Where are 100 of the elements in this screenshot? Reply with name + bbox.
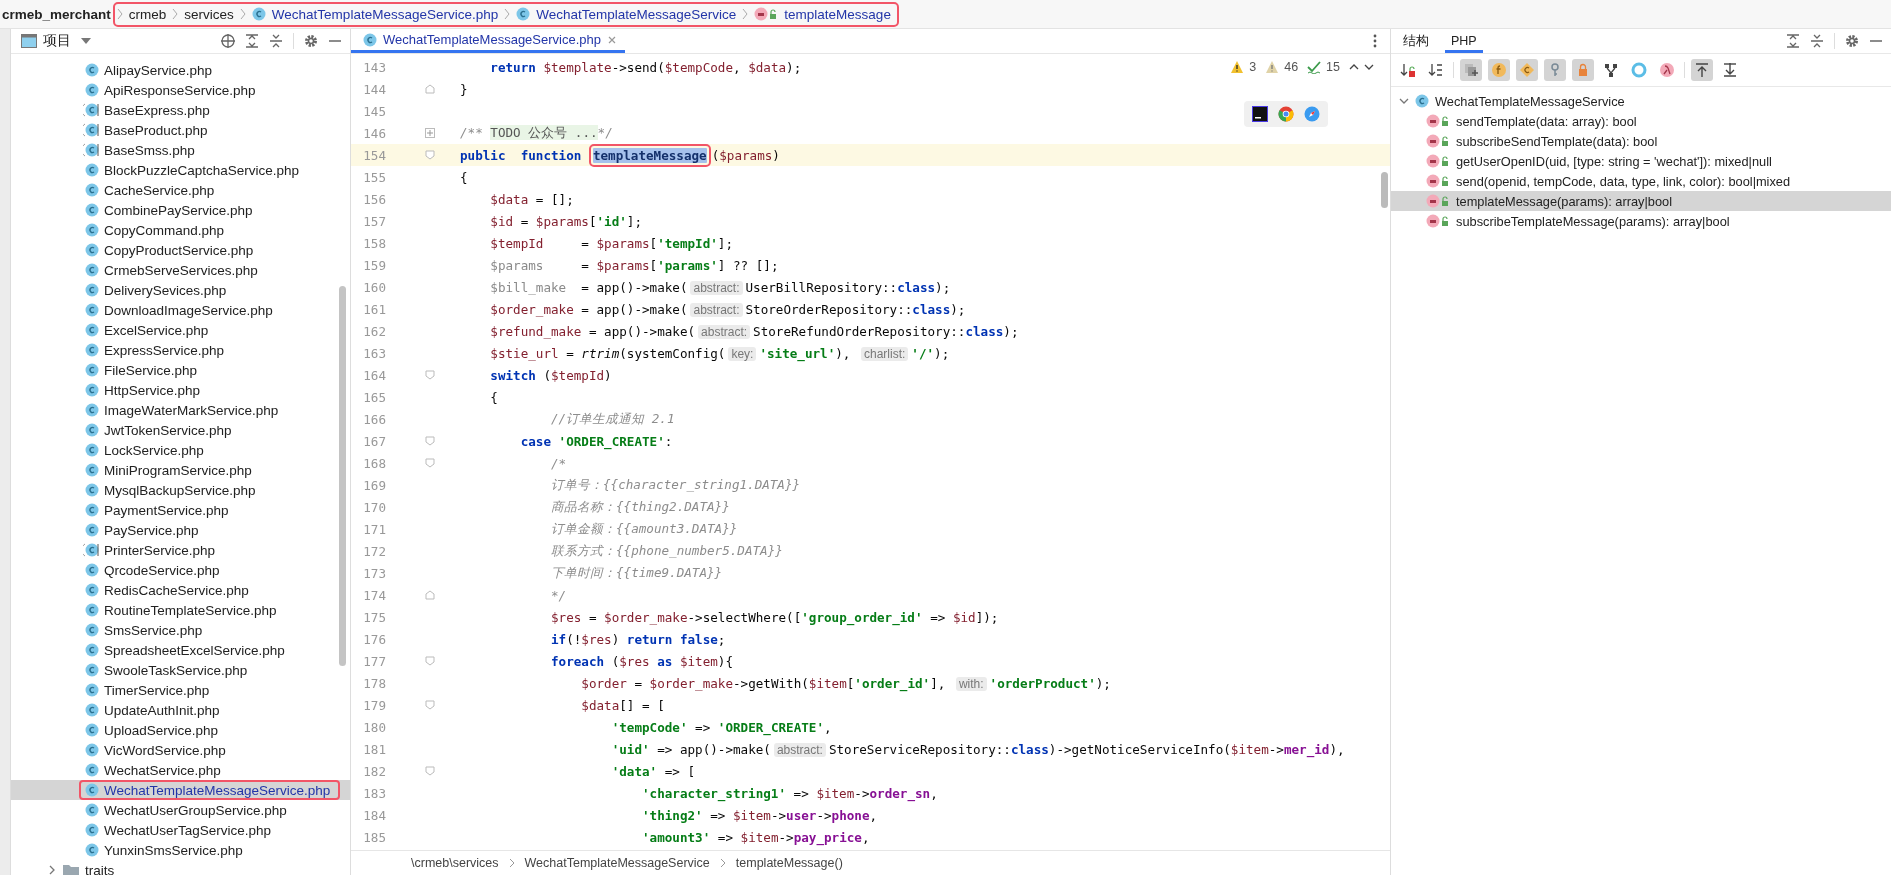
inspection-count[interactable]: 46 bbox=[1284, 60, 1299, 74]
panel-title[interactable]: 项目 bbox=[43, 32, 71, 50]
file-name[interactable]: WechatUserTagService.php bbox=[104, 822, 272, 838]
file-name[interactable]: UpdateAuthInit.php bbox=[104, 702, 220, 718]
expand-all-icon[interactable] bbox=[245, 34, 259, 48]
browser-icon[interactable] bbox=[1278, 106, 1294, 122]
file-name[interactable]: MysqlBackupService.php bbox=[104, 482, 256, 498]
warning-icon[interactable] bbox=[1265, 60, 1280, 74]
check-icon[interactable] bbox=[1307, 60, 1322, 74]
fold-marker-icon[interactable] bbox=[425, 436, 435, 446]
folded-placeholder[interactable]: TODO 公众号 ... bbox=[490, 124, 598, 140]
file-name[interactable]: SmsService.php bbox=[104, 622, 203, 638]
line-number: 185 bbox=[362, 829, 386, 845]
class-name[interactable]: WechatTemplateMessageService bbox=[1435, 93, 1625, 109]
file-name[interactable]: CombinePayService.php bbox=[104, 202, 253, 218]
settings-icon[interactable] bbox=[304, 34, 318, 48]
panel-tab[interactable]: PHP bbox=[1445, 29, 1483, 53]
file-name[interactable]: DownloadImageService.php bbox=[104, 302, 273, 318]
file-name[interactable]: WechatUserGroupService.php bbox=[104, 802, 287, 818]
method-name[interactable]: subscribeTemplateMessage(params): array|bool bbox=[1456, 213, 1730, 229]
method-name[interactable]: getUserOpenID(uid, [type: string = 'wechat']): mixed|null bbox=[1456, 153, 1772, 169]
file-name[interactable]: CopyProductService.php bbox=[104, 242, 254, 258]
class-icon bbox=[83, 402, 99, 418]
code-line: { bbox=[489, 389, 498, 405]
file-name[interactable]: BaseProduct.php bbox=[104, 122, 208, 138]
class-icon bbox=[83, 802, 99, 818]
file-name[interactable]: BaseSmss.php bbox=[104, 142, 195, 158]
breadcrumb-item[interactable]: services bbox=[184, 6, 234, 22]
toolbar-button[interactable] bbox=[1460, 59, 1482, 81]
fold-marker-icon[interactable] bbox=[425, 84, 435, 94]
file-name[interactable]: BlockPuzzleCaptchaService.php bbox=[104, 162, 300, 178]
breadcrumb-item[interactable]: templateMessage() bbox=[735, 856, 843, 870]
breadcrumb-item[interactable]: \crmeb\services bbox=[411, 856, 499, 870]
fold-marker-icon[interactable] bbox=[425, 370, 435, 380]
scrollbar-thumb[interactable] bbox=[1381, 172, 1388, 208]
file-name[interactable]: TimerService.php bbox=[104, 682, 210, 698]
collapse-all-icon[interactable] bbox=[269, 34, 283, 48]
file-name[interactable]: MiniProgramService.php bbox=[104, 462, 252, 478]
app-icon[interactable] bbox=[1252, 106, 1268, 122]
file-name[interactable]: CrmebServeServices.php bbox=[104, 262, 258, 278]
collapsed-caret-icon[interactable] bbox=[47, 865, 57, 875]
breadcrumb-item[interactable]: WechatTemplateMessageService.php bbox=[271, 6, 499, 22]
inspection-count[interactable]: 15 bbox=[1326, 60, 1340, 74]
file-name[interactable]: VicWordService.php bbox=[104, 742, 226, 758]
file-name[interactable]: UploadService.php bbox=[104, 722, 219, 738]
file-name[interactable]: SpreadsheetExcelService.php bbox=[104, 642, 285, 658]
fold-marker-icon[interactable] bbox=[425, 766, 435, 776]
method-name[interactable]: subscribeSendTemplate(data): bool bbox=[1456, 133, 1658, 149]
toolbar-button[interactable] bbox=[1691, 59, 1713, 81]
warning-icon[interactable] bbox=[1230, 60, 1245, 74]
file-name[interactable]: RoutineTemplateService.php bbox=[104, 602, 277, 618]
file-name[interactable]: DeliverySevices.php bbox=[104, 282, 227, 298]
expanded-caret-icon[interactable] bbox=[1399, 96, 1409, 106]
file-name[interactable]: CopyCommand.php bbox=[104, 222, 225, 238]
fold-marker-icon[interactable] bbox=[425, 150, 435, 160]
close-icon[interactable] bbox=[607, 34, 617, 45]
breadcrumb-item[interactable]: crmeb bbox=[128, 6, 167, 22]
file-name[interactable]: HttpService.php bbox=[104, 382, 201, 398]
file-name[interactable]: WechatService.php bbox=[104, 762, 221, 778]
settings-icon[interactable] bbox=[1845, 34, 1859, 48]
fold-marker-icon[interactable] bbox=[425, 700, 435, 710]
panel-tab[interactable]: 结构 bbox=[1397, 29, 1435, 53]
file-name[interactable]: PrinterService.php bbox=[104, 542, 216, 558]
fold-marker-icon[interactable] bbox=[425, 656, 435, 666]
compass-icon[interactable] bbox=[1304, 106, 1320, 122]
file-name[interactable]: ExcelService.php bbox=[104, 322, 209, 338]
file-name[interactable]: FileService.php bbox=[104, 362, 198, 378]
scrollbar-thumb[interactable] bbox=[339, 286, 346, 666]
file-name[interactable]: AlipayService.php bbox=[104, 62, 213, 78]
file-name[interactable]: JwtTokenService.php bbox=[104, 422, 232, 438]
file-name[interactable]: SwooleTaskService.php bbox=[104, 662, 248, 678]
file-name[interactable]: ApiResponseService.php bbox=[104, 82, 256, 98]
breadcrumb-item[interactable]: WechatTemplateMessageService bbox=[536, 6, 737, 22]
method-name[interactable]: sendTemplate(data: array): bool bbox=[1456, 113, 1637, 129]
file-name[interactable]: CacheService.php bbox=[104, 182, 215, 198]
expand-fold-icon[interactable] bbox=[425, 128, 435, 138]
fold-marker-icon[interactable] bbox=[425, 590, 435, 600]
folder-name[interactable]: traits bbox=[85, 862, 115, 875]
breadcrumb-item[interactable]: WechatTemplateMessageService bbox=[524, 856, 710, 870]
file-name[interactable]: YunxinSmsService.php bbox=[104, 842, 243, 858]
file-name[interactable]: ImageWaterMarkService.php bbox=[104, 402, 279, 418]
chevron-icon bbox=[172, 8, 179, 20]
dropdown-caret-icon[interactable] bbox=[81, 36, 91, 46]
inspection-count[interactable]: 3 bbox=[1249, 60, 1257, 74]
file-name[interactable]: RedisCacheService.php bbox=[104, 582, 249, 598]
fold-marker-icon[interactable] bbox=[425, 458, 435, 468]
parameter-hint: charlist: bbox=[861, 346, 909, 361]
file-name[interactable]: PaymentService.php bbox=[104, 502, 229, 518]
file-name[interactable]: PayService.php bbox=[104, 522, 199, 538]
collapse-all-icon[interactable] bbox=[1810, 34, 1824, 48]
code-line: 'tempCode' => 'ORDER_CREATE', bbox=[610, 719, 832, 735]
file-name[interactable]: LockService.php bbox=[104, 442, 204, 458]
project-name[interactable]: crmeb_merchant bbox=[0, 6, 111, 22]
target-icon[interactable] bbox=[221, 34, 235, 48]
file-name[interactable]: BaseExpress.php bbox=[104, 102, 210, 118]
file-name[interactable]: QrcodeService.php bbox=[104, 562, 220, 578]
expand-all-icon[interactable] bbox=[1786, 34, 1800, 48]
file-name[interactable]: ExpressService.php bbox=[104, 342, 225, 358]
breadcrumb-item[interactable]: templateMessage bbox=[784, 6, 891, 22]
method-name[interactable]: send(openid, tempCode, data, type, link, color): bool|mixed bbox=[1456, 173, 1791, 189]
